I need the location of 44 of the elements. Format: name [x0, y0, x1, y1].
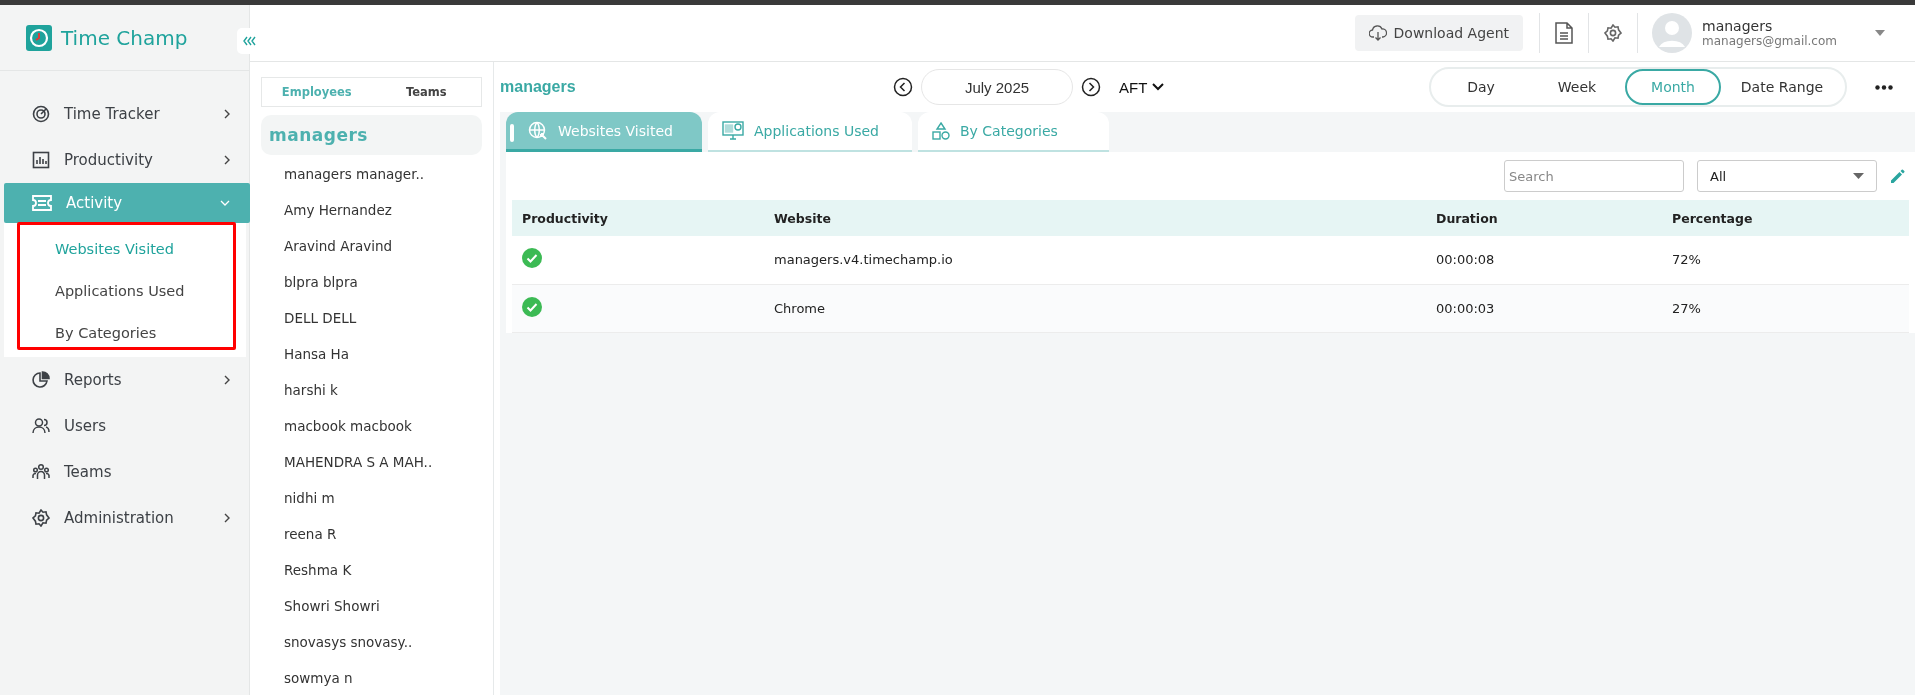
user-name: managers	[1702, 18, 1774, 34]
column-header: Productivity	[512, 200, 764, 236]
employee-item[interactable]: reena R	[261, 515, 482, 551]
employee-item[interactable]: harshi k	[261, 371, 482, 407]
employee-item[interactable]: blpra blpra	[261, 263, 482, 299]
period-option[interactable]: Day	[1433, 69, 1529, 105]
period-option[interactable]: Date Range	[1721, 69, 1843, 105]
download-agent-button[interactable]: Download Agent	[1354, 15, 1524, 51]
employee-item[interactable]: managers manager..	[261, 155, 482, 191]
nav-item[interactable]: Time Tracker	[4, 91, 250, 137]
submenu-item[interactable]: By Categories	[4, 311, 246, 353]
table-cell: 00:00:08	[1426, 236, 1662, 284]
column-header: Duration	[1426, 200, 1662, 236]
table-cell: managers.v4.timechamp.io	[764, 236, 1426, 284]
employee-item[interactable]: macbook macbook	[261, 407, 482, 443]
employee-item[interactable]: Aravind Aravind	[261, 227, 482, 263]
timezone-dropdown[interactable]: AFT	[1119, 78, 1165, 96]
nav-item[interactable]: Administration	[4, 495, 250, 541]
employee-item[interactable]: snovasys snovasy..	[261, 623, 482, 659]
logo-text: Time Champ	[61, 25, 188, 50]
employee-item[interactable]: Amy Hernandez	[261, 191, 482, 227]
table-cell: 00:00:03	[1426, 284, 1662, 332]
nav-item[interactable]: Reports	[4, 357, 250, 403]
employee-item[interactable]: Reshma K	[261, 551, 482, 587]
table-cell: 27%	[1662, 284, 1909, 332]
column-header: Percentage	[1662, 200, 1909, 236]
employee-item[interactable]: DELL DELL	[261, 299, 482, 335]
table-cell: 72%	[1662, 236, 1909, 284]
employee-item[interactable]: Showri Showri	[261, 587, 482, 623]
nav-item[interactable]: Teams	[4, 449, 250, 495]
nav-item[interactable]: Users	[4, 403, 250, 449]
employee-item[interactable]: sowmya n	[261, 659, 482, 695]
employee-item[interactable]: nidhi m	[261, 479, 482, 515]
period-option[interactable]: Week	[1529, 69, 1625, 105]
column-header: Website	[764, 200, 1426, 236]
employee-item[interactable]: MAHENDRA S A MAH..	[261, 443, 482, 479]
filter-dropdown[interactable]: All	[1697, 160, 1877, 192]
search-field[interactable]: Search	[1504, 160, 1684, 192]
employee-item[interactable]: Hansa Ha	[261, 335, 482, 371]
submenu-item[interactable]: Applications Used	[4, 269, 246, 311]
user-email: managers@gmail.com	[1702, 34, 1837, 48]
table-cell: Chrome	[764, 284, 1426, 332]
nav-item[interactable]: Productivity	[4, 137, 250, 183]
page-title: managers	[500, 78, 577, 96]
